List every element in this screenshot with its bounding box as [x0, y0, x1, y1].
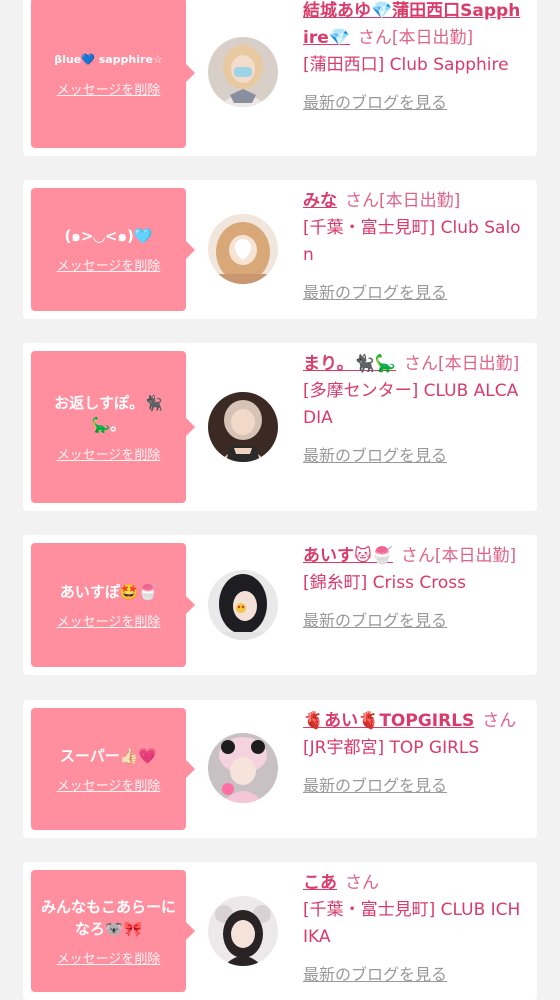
avatar[interactable]: [208, 733, 278, 803]
message-card: βlue💙 sapphire☆ メッセージを削除 結城あゆ💎蒲田西口Sapphi…: [23, 0, 537, 156]
delete-message-link[interactable]: メッセージを削除: [57, 775, 161, 794]
shop-name: [多摩センター] CLUB ALCADIA: [303, 381, 519, 428]
cast-name-link[interactable]: こあ: [303, 873, 337, 893]
latest-blog-link[interactable]: 最新のブログを見る: [303, 776, 447, 795]
work-status: [本日出勤]: [379, 191, 461, 211]
honorific: さん: [404, 354, 438, 374]
latest-blog-link[interactable]: 最新のブログを見る: [303, 446, 447, 465]
message-card: スーパー👍🏻💗 メッセージを削除 🫀あい🫀TOPGIRLS さん [JR宇都宮] …: [23, 700, 537, 838]
girl-photo-icon: [208, 570, 278, 640]
cast-info: まり。🐈‍⬛🦕 さん[本日出勤] [多摩センター] CLUB ALCADIA 最新…: [303, 351, 525, 466]
honorific: さん: [400, 546, 435, 566]
honorific: さん: [482, 711, 517, 731]
message-card: みんなもこあらーになろ🐨🎀 メッセージを削除 こあ さん [千葉・富士見町] CL…: [23, 862, 537, 1000]
avatar[interactable]: [208, 570, 278, 640]
message-text: みんなもこあらーになろ🐨🎀: [41, 897, 177, 938]
message-text: (๑>◡<๑)🩵: [64, 227, 153, 245]
cast-info: こあ さん [千葉・富士見町] CLUB ICHIKA 最新のブログを見る: [303, 870, 525, 985]
delete-message-link[interactable]: メッセージを削除: [57, 611, 161, 630]
latest-blog-link[interactable]: 最新のブログを見る: [303, 965, 447, 984]
work-status: [本日出勤]: [391, 28, 474, 48]
honorific: さん: [345, 873, 379, 893]
girl-photo-icon: [208, 392, 278, 462]
honorific: さん: [345, 191, 379, 211]
message-text: βlue💙 sapphire☆: [54, 52, 163, 66]
girl-photo-icon: [208, 733, 278, 803]
girl-photo-icon: [208, 37, 278, 107]
delete-message-link[interactable]: メッセージを削除: [57, 255, 161, 274]
avatar[interactable]: [208, 392, 278, 462]
avatar[interactable]: [208, 214, 278, 284]
cast-name-link[interactable]: 🫀あい🫀TOPGIRLS: [303, 711, 474, 731]
girl-photo-icon: [208, 896, 278, 966]
cast-info: 🫀あい🫀TOPGIRLS さん [JR宇都宮] TOP GIRLS 最新のブログを…: [303, 708, 525, 796]
cast-name-link[interactable]: あいす🐱🍧: [303, 546, 393, 566]
message-bubble: スーパー👍🏻💗 メッセージを削除: [31, 708, 195, 830]
work-status: [本日出勤]: [438, 354, 520, 374]
message-text: お返しすぽ。🐈‍⬛🦕。: [54, 393, 163, 434]
girl-photo-icon: [208, 214, 278, 284]
message-text: あいすぽ🤩🍧: [59, 582, 158, 601]
shop-name: [蒲田西口] Club Sapphire: [303, 55, 509, 75]
shop-name: [JR宇都宮] TOP GIRLS: [303, 738, 480, 758]
shop-name: [千葉・富士見町] Club Salon: [303, 218, 521, 265]
cast-name-link[interactable]: まり。🐈‍⬛🦕: [303, 354, 396, 374]
honorific: さん: [357, 28, 392, 48]
message-bubble: みんなもこあらーになろ🐨🎀 メッセージを削除: [31, 870, 195, 992]
message-bubble: (๑>◡<๑)🩵 メッセージを削除: [31, 188, 195, 311]
shop-name: [千葉・富士見町] CLUB ICHIKA: [303, 900, 521, 947]
delete-message-link[interactable]: メッセージを削除: [57, 948, 161, 967]
shop-name: [錦糸町] Criss Cross: [303, 573, 466, 593]
message-bubble: βlue💙 sapphire☆ メッセージを削除: [31, 0, 195, 148]
message-bubble: あいすぽ🤩🍧 メッセージを削除: [31, 543, 195, 667]
cast-name-link[interactable]: みな: [303, 191, 337, 211]
cast-info: みな さん[本日出勤] [千葉・富士見町] Club Salon 最新のブログを見…: [303, 188, 525, 303]
delete-message-link[interactable]: メッセージを削除: [57, 79, 161, 98]
latest-blog-link[interactable]: 最新のブログを見る: [303, 611, 447, 630]
delete-message-link[interactable]: メッセージを削除: [57, 444, 161, 463]
avatar[interactable]: [208, 37, 278, 107]
message-card: お返しすぽ。🐈‍⬛🦕。 メッセージを削除 まり。🐈‍⬛🦕 さん[本日出勤] [多摩…: [23, 343, 537, 511]
message-card: あいすぽ🤩🍧 メッセージを削除 あいす🐱🍧 さん[本日出勤] [錦糸町] Cris…: [23, 535, 537, 675]
latest-blog-link[interactable]: 最新のブログを見る: [303, 93, 447, 112]
avatar[interactable]: [208, 896, 278, 966]
cast-info: 結城あゆ💎蒲田西口Sapphire💎 さん[本日出勤] [蒲田西口] Club S…: [303, 0, 525, 113]
message-bubble: お返しすぽ。🐈‍⬛🦕。 メッセージを削除: [31, 351, 195, 503]
latest-blog-link[interactable]: 最新のブログを見る: [303, 283, 447, 302]
message-card: (๑>◡<๑)🩵 メッセージを削除 みな さん[本日出勤] [千葉・富士見町] C…: [23, 180, 537, 319]
work-status: [本日出勤]: [434, 546, 517, 566]
message-text: スーパー👍🏻💗: [59, 746, 158, 765]
cast-info: あいす🐱🍧 さん[本日出勤] [錦糸町] Criss Cross 最新のブログを見…: [303, 543, 525, 631]
